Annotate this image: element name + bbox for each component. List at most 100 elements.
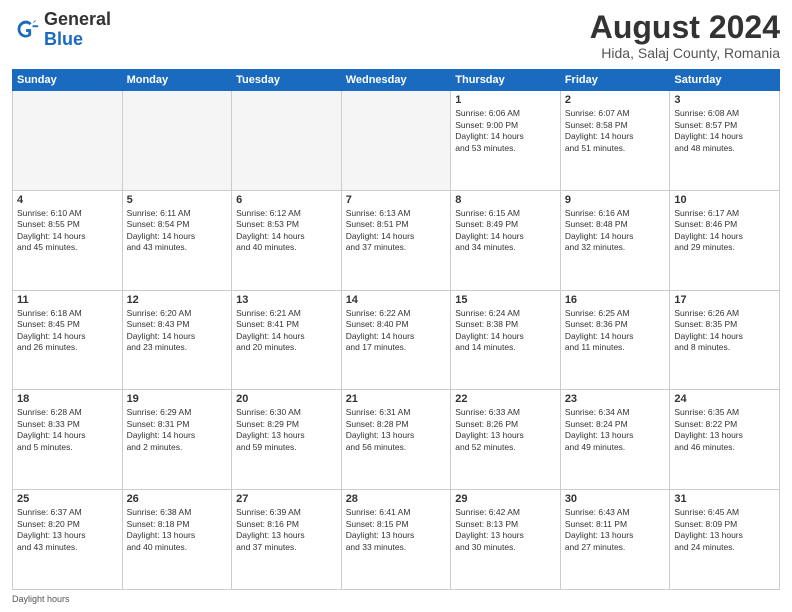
day-info: Sunrise: 6:35 AM Sunset: 8:22 PM Dayligh… (674, 407, 775, 453)
calendar-cell: 16 Sunrise: 6:25 AM Sunset: 8:36 PM Dayli… (560, 290, 670, 390)
day-number: 29 (455, 493, 556, 505)
calendar-cell: 8 Sunrise: 6:15 AM Sunset: 8:49 PM Daylig… (451, 190, 561, 290)
day-number: 22 (455, 393, 556, 405)
calendar-cell: 14 Sunrise: 6:22 AM Sunset: 8:40 PM Dayli… (341, 290, 451, 390)
calendar-cell: 26Sunrise: 6:38 AM Sunset: 8:18 PM Dayli… (122, 490, 232, 590)
day-info: Sunrise: 6:41 AM Sunset: 8:15 PM Dayligh… (346, 507, 447, 553)
month-title: August 2024 (590, 10, 780, 45)
day-number: 10 (674, 194, 775, 206)
calendar-cell: 2 Sunrise: 6:07 AM Sunset: 8:58 PM Daylig… (560, 91, 670, 191)
calendar-cell: 25 Sunrise: 6:37 AM Sunset: 8:20 PM Dayli… (13, 490, 123, 590)
day-number: 27 (236, 493, 337, 505)
footer-note: Daylight hours (12, 594, 780, 604)
day-header-friday: Friday (560, 70, 670, 91)
location: Hida, Salaj County, Romania (590, 45, 780, 61)
calendar-header-row: SundayMondayTuesdayWednesdayThursdayFrid… (13, 70, 780, 91)
day-header-wednesday: Wednesday (341, 70, 451, 91)
day-info: Sunrise: 6:20 AM Sunset: 8:43 PM Dayligh… (127, 308, 228, 354)
day-info: Sunrise: 6:34 AM Sunset: 8:24 PM Dayligh… (565, 407, 666, 453)
day-info: Sunrise: 6:29 AM Sunset: 8:31 PM Dayligh… (127, 407, 228, 453)
calendar-week-3: 18Sunrise: 6:28 AM Sunset: 8:33 PM Dayli… (13, 390, 780, 490)
day-number: 2 (565, 94, 666, 106)
calendar-cell (122, 91, 232, 191)
day-number: 16 (565, 294, 666, 306)
day-info: Sunrise: 6:13 AM Sunset: 8:51 PM Dayligh… (346, 208, 447, 254)
calendar-cell: 27Sunrise: 6:39 AM Sunset: 8:16 PM Dayli… (232, 490, 342, 590)
day-info: Sunrise: 6:10 AM Sunset: 8:55 PM Dayligh… (17, 208, 118, 254)
day-number: 1 (455, 94, 556, 106)
day-number: 15 (455, 294, 556, 306)
logo-general: General (44, 9, 111, 29)
page-container: General Blue August 2024 Hida, Salaj Cou… (0, 0, 792, 612)
day-number: 7 (346, 194, 447, 206)
calendar-table: SundayMondayTuesdayWednesdayThursdayFrid… (12, 69, 780, 590)
day-number: 21 (346, 393, 447, 405)
calendar-cell: 17 Sunrise: 6:26 AM Sunset: 8:35 PM Dayli… (670, 290, 780, 390)
calendar-cell: 28 Sunrise: 6:41 AM Sunset: 8:15 PM Dayli… (341, 490, 451, 590)
calendar-cell: 12Sunrise: 6:20 AM Sunset: 8:43 PM Dayli… (122, 290, 232, 390)
day-number: 19 (127, 393, 228, 405)
day-number: 23 (565, 393, 666, 405)
day-number: 13 (236, 294, 337, 306)
calendar-cell: 4 Sunrise: 6:10 AM Sunset: 8:55 PM Daylig… (13, 190, 123, 290)
header: General Blue August 2024 Hida, Salaj Cou… (12, 10, 780, 61)
day-info: Sunrise: 6:16 AM Sunset: 8:48 PM Dayligh… (565, 208, 666, 254)
calendar-cell: 6Sunrise: 6:12 AM Sunset: 8:53 PM Daylig… (232, 190, 342, 290)
day-info: Sunrise: 6:26 AM Sunset: 8:35 PM Dayligh… (674, 308, 775, 354)
calendar-cell (232, 91, 342, 191)
calendar-cell: 3 Sunrise: 6:08 AM Sunset: 8:57 PM Daylig… (670, 91, 780, 191)
day-info: Sunrise: 6:15 AM Sunset: 8:49 PM Dayligh… (455, 208, 556, 254)
day-number: 26 (127, 493, 228, 505)
calendar-cell: 18Sunrise: 6:28 AM Sunset: 8:33 PM Dayli… (13, 390, 123, 490)
day-info: Sunrise: 6:22 AM Sunset: 8:40 PM Dayligh… (346, 308, 447, 354)
title-block: August 2024 Hida, Salaj County, Romania (590, 10, 780, 61)
day-info: Sunrise: 6:25 AM Sunset: 8:36 PM Dayligh… (565, 308, 666, 354)
calendar-cell: 23 Sunrise: 6:34 AM Sunset: 8:24 PM Dayli… (560, 390, 670, 490)
day-number: 4 (17, 194, 118, 206)
calendar-cell: 5Sunrise: 6:11 AM Sunset: 8:54 PM Daylig… (122, 190, 232, 290)
day-number: 8 (455, 194, 556, 206)
day-info: Sunrise: 6:45 AM Sunset: 8:09 PM Dayligh… (674, 507, 775, 553)
day-number: 5 (127, 194, 228, 206)
day-info: Sunrise: 6:31 AM Sunset: 8:28 PM Dayligh… (346, 407, 447, 453)
day-info: Sunrise: 6:30 AM Sunset: 8:29 PM Dayligh… (236, 407, 337, 453)
day-info: Sunrise: 6:07 AM Sunset: 8:58 PM Dayligh… (565, 108, 666, 154)
logo: General Blue (12, 10, 111, 50)
day-info: Sunrise: 6:06 AM Sunset: 9:00 PM Dayligh… (455, 108, 556, 154)
calendar-cell: 7 Sunrise: 6:13 AM Sunset: 8:51 PM Daylig… (341, 190, 451, 290)
day-info: Sunrise: 6:08 AM Sunset: 8:57 PM Dayligh… (674, 108, 775, 154)
day-number: 25 (17, 493, 118, 505)
calendar-cell: 1 Sunrise: 6:06 AM Sunset: 9:00 PM Daylig… (451, 91, 561, 191)
day-info: Sunrise: 6:12 AM Sunset: 8:53 PM Dayligh… (236, 208, 337, 254)
calendar-cell: 29 Sunrise: 6:42 AM Sunset: 8:13 PM Dayli… (451, 490, 561, 590)
day-number: 28 (346, 493, 447, 505)
calendar-cell: 22 Sunrise: 6:33 AM Sunset: 8:26 PM Dayli… (451, 390, 561, 490)
day-number: 17 (674, 294, 775, 306)
day-info: Sunrise: 6:42 AM Sunset: 8:13 PM Dayligh… (455, 507, 556, 553)
logo-icon (12, 16, 40, 44)
day-header-sunday: Sunday (13, 70, 123, 91)
calendar-week-0: 1 Sunrise: 6:06 AM Sunset: 9:00 PM Daylig… (13, 91, 780, 191)
calendar-cell (13, 91, 123, 191)
day-number: 14 (346, 294, 447, 306)
calendar-week-2: 11Sunrise: 6:18 AM Sunset: 8:45 PM Dayli… (13, 290, 780, 390)
day-info: Sunrise: 6:33 AM Sunset: 8:26 PM Dayligh… (455, 407, 556, 453)
calendar-cell: 9 Sunrise: 6:16 AM Sunset: 8:48 PM Daylig… (560, 190, 670, 290)
calendar-cell: 30Sunrise: 6:43 AM Sunset: 8:11 PM Dayli… (560, 490, 670, 590)
calendar-cell: 20Sunrise: 6:30 AM Sunset: 8:29 PM Dayli… (232, 390, 342, 490)
calendar-week-1: 4 Sunrise: 6:10 AM Sunset: 8:55 PM Daylig… (13, 190, 780, 290)
logo-text: General Blue (44, 10, 111, 50)
day-number: 9 (565, 194, 666, 206)
day-number: 30 (565, 493, 666, 505)
calendar-week-4: 25 Sunrise: 6:37 AM Sunset: 8:20 PM Dayli… (13, 490, 780, 590)
day-number: 31 (674, 493, 775, 505)
logo-blue: Blue (44, 29, 83, 49)
day-number: 3 (674, 94, 775, 106)
day-info: Sunrise: 6:21 AM Sunset: 8:41 PM Dayligh… (236, 308, 337, 354)
day-header-saturday: Saturday (670, 70, 780, 91)
day-header-thursday: Thursday (451, 70, 561, 91)
day-number: 18 (17, 393, 118, 405)
day-header-monday: Monday (122, 70, 232, 91)
day-info: Sunrise: 6:37 AM Sunset: 8:20 PM Dayligh… (17, 507, 118, 553)
day-header-tuesday: Tuesday (232, 70, 342, 91)
